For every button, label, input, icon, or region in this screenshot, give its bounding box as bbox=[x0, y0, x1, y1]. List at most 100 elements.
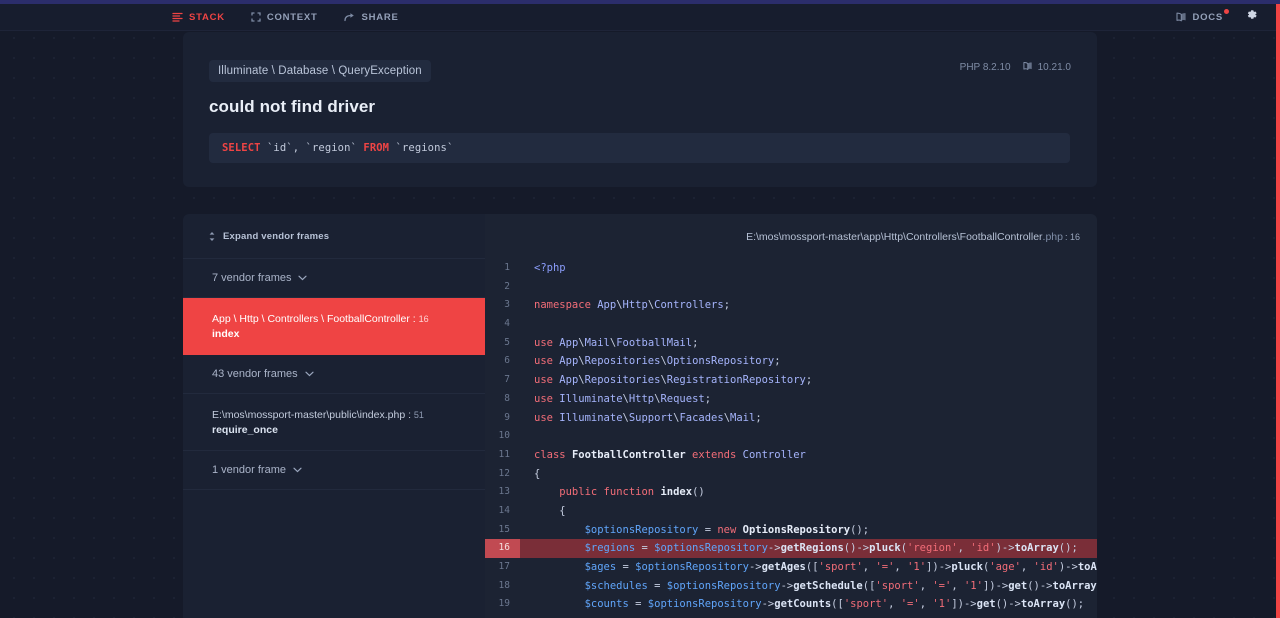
code-token: ; bbox=[805, 374, 813, 387]
nav-tab-share-label: SHARE bbox=[361, 11, 399, 23]
code-token: (); bbox=[1065, 598, 1085, 611]
code-file-path-main: E:\mos\mossport-master\app\Http\Controll… bbox=[746, 230, 1043, 243]
code-line-number: 6 bbox=[485, 352, 520, 372]
code-token: ()-> bbox=[995, 598, 1021, 611]
code-token: Http bbox=[622, 299, 648, 312]
code-token: ])-> bbox=[982, 579, 1009, 592]
code-line: 15 $optionsRepository = new OptionsRepos… bbox=[485, 520, 1097, 540]
code-line-number: 3 bbox=[485, 296, 520, 316]
stack-frame-item[interactable]: App \ Http \ Controllers \ FootballContr… bbox=[183, 298, 485, 356]
nav-tab-context[interactable]: CONTEXT bbox=[251, 12, 318, 23]
code-token: , bbox=[894, 561, 908, 573]
code-token: Http bbox=[628, 392, 655, 405]
expand-collapse-icon bbox=[208, 231, 216, 242]
code-token: ; bbox=[692, 336, 699, 349]
code-viewer: E:\mos\mossport-master\app\Http\Controll… bbox=[485, 214, 1097, 618]
environment-info: PHP 8.2.10 10.21.0 bbox=[960, 61, 1071, 74]
code-token: Request bbox=[660, 392, 705, 405]
code-line-number: 14 bbox=[485, 501, 520, 521]
expand-vendor-frames-button[interactable]: Expand vendor frames bbox=[183, 214, 485, 259]
code-token: new bbox=[717, 523, 743, 536]
code-line-number: 9 bbox=[485, 408, 520, 428]
code-token: getSchedule bbox=[793, 579, 863, 592]
sql-keyword: SELECT bbox=[222, 142, 261, 154]
code-line-number: 17 bbox=[485, 558, 520, 577]
code-line-number: 16 bbox=[485, 539, 520, 558]
code-token: ; bbox=[755, 411, 762, 424]
code-line: 11 class FootballController extends Contr… bbox=[485, 445, 1097, 465]
code-token: use bbox=[534, 355, 560, 368]
code-token: ([ bbox=[831, 598, 844, 611]
code-token: '1' bbox=[963, 579, 983, 592]
code-line-number: 2 bbox=[485, 277, 520, 297]
code-token: OptionsRepository bbox=[742, 523, 851, 536]
code-token: , bbox=[919, 579, 933, 592]
code-token: )-> bbox=[1058, 561, 1078, 573]
code-token: '=' bbox=[900, 598, 920, 611]
code-token: $optionsRepository bbox=[654, 542, 768, 555]
stack-trace-panel: Expand vendor frames 7 vendor frames App … bbox=[183, 214, 1097, 618]
code-token: 'region' bbox=[907, 542, 958, 555]
vendor-frames-group[interactable]: 1 vendor frame bbox=[183, 451, 485, 491]
sql-text: `regions` bbox=[389, 142, 454, 154]
vendor-frames-group[interactable]: 43 vendor frames bbox=[183, 355, 485, 395]
code-token: $ages bbox=[534, 561, 617, 573]
code-token: = bbox=[698, 523, 718, 536]
code-token: = bbox=[647, 579, 667, 592]
code-token: Illuminate bbox=[559, 392, 623, 405]
code-token: getRegions bbox=[780, 542, 844, 555]
stack-frame-item[interactable]: E:\mos\mossport-master\public\index.php … bbox=[183, 394, 485, 452]
code-line-content: use App\Repositories\RegistrationReposit… bbox=[520, 371, 812, 390]
code-token: getCounts bbox=[774, 598, 832, 611]
nav-tab-stack[interactable]: STACK bbox=[172, 12, 225, 23]
nav-right-group: DOCS bbox=[1175, 8, 1259, 26]
code-token: -> bbox=[780, 579, 794, 592]
stack-frame-title: E:\mos\mossport-master\public\index.php … bbox=[212, 409, 424, 422]
code-line-number: 12 bbox=[485, 464, 520, 484]
settings-button[interactable] bbox=[1245, 8, 1258, 26]
code-token: Repositories bbox=[584, 355, 661, 368]
code-token: Illuminate bbox=[559, 411, 623, 424]
code-token: get bbox=[976, 598, 996, 611]
code-line: 3 namespace App\Http\Controllers; bbox=[485, 296, 1097, 316]
code-line: 6 use App\Repositories\OptionsRepository; bbox=[485, 352, 1097, 372]
sql-keyword: FROM bbox=[363, 142, 390, 154]
code-line-number: 4 bbox=[485, 315, 520, 334]
code-line-content bbox=[520, 315, 540, 334]
nav-left-group: STACK CONTEXT SHARE bbox=[172, 12, 399, 23]
vendor-frames-group[interactable]: 7 vendor frames bbox=[183, 259, 485, 298]
code-line-number: 7 bbox=[485, 371, 520, 390]
code-token: use bbox=[534, 411, 560, 424]
code-line: 18 $schedules = $optionsRepository->getS… bbox=[485, 576, 1097, 596]
code-line-content: public function index() bbox=[520, 483, 704, 502]
code-token: )-> bbox=[995, 542, 1015, 555]
sql-text: `id`, `region` bbox=[260, 142, 364, 154]
code-token: 'id' bbox=[1033, 561, 1059, 573]
code-token: { bbox=[534, 504, 566, 517]
code-line-content: use App\Mail\FootballMail; bbox=[520, 334, 698, 353]
code-token: Controller bbox=[742, 448, 806, 461]
code-token: RegistrationRepository bbox=[666, 374, 806, 387]
code-line-number: 10 bbox=[485, 427, 520, 446]
code-token: toArray bbox=[1077, 561, 1097, 573]
laravel-icon bbox=[1023, 61, 1033, 74]
code-token: { bbox=[534, 467, 541, 480]
code-token: '=' bbox=[875, 561, 895, 573]
code-line-number: 20 bbox=[485, 614, 520, 618]
code-token: FootballController bbox=[571, 448, 686, 461]
code-token: (); bbox=[850, 523, 870, 536]
code-line-number: 13 bbox=[485, 483, 520, 502]
code-token: 'age' bbox=[989, 561, 1021, 573]
code-token: App bbox=[559, 374, 579, 387]
code-token: use bbox=[534, 392, 560, 405]
code-line-content: { bbox=[520, 465, 540, 484]
nav-tab-share[interactable]: SHARE bbox=[343, 11, 399, 23]
php-version: PHP 8.2.10 bbox=[960, 62, 1011, 73]
code-token: toArray bbox=[1014, 542, 1059, 555]
code-token: = bbox=[616, 561, 636, 573]
code-token: toArray bbox=[1052, 579, 1097, 592]
nav-docs-link[interactable]: DOCS bbox=[1175, 8, 1229, 23]
book-icon bbox=[1175, 12, 1187, 22]
exception-card: Illuminate \ Database \ QueryException c… bbox=[183, 32, 1097, 187]
code-line-number: 18 bbox=[485, 576, 520, 596]
